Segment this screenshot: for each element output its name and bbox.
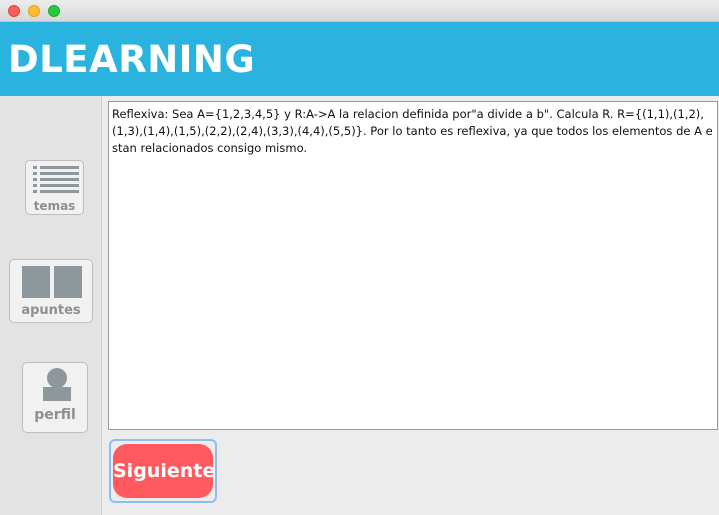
book-icon	[22, 266, 82, 298]
sidebar-item-label: temas	[33, 199, 76, 213]
sidebar: temas apuntes perfil	[0, 96, 102, 515]
list-icon	[33, 166, 79, 193]
main-content: Reflexiva: Sea A={1,2,3,4,5} y R:A->A la…	[102, 96, 719, 515]
app-header: DLEARNING	[0, 22, 719, 96]
lesson-text-area[interactable]: Reflexiva: Sea A={1,2,3,4,5} y R:A->A la…	[108, 101, 718, 430]
minimize-window-button[interactable]	[28, 5, 40, 17]
window-titlebar	[0, 0, 719, 22]
user-icon	[43, 368, 71, 401]
close-window-button[interactable]	[8, 5, 20, 17]
sidebar-item-label: perfil	[34, 407, 76, 423]
zoom-window-button[interactable]	[48, 5, 60, 17]
next-button-focus-ring: Siguiente	[109, 439, 217, 503]
app-title: DLEARNING	[8, 38, 256, 81]
sidebar-item-temas[interactable]: temas	[25, 160, 84, 215]
sidebar-item-label: apuntes	[21, 303, 81, 318]
sidebar-item-apuntes[interactable]: apuntes	[9, 259, 93, 323]
sidebar-item-perfil[interactable]: perfil	[22, 362, 88, 433]
next-button[interactable]: Siguiente	[113, 444, 215, 498]
